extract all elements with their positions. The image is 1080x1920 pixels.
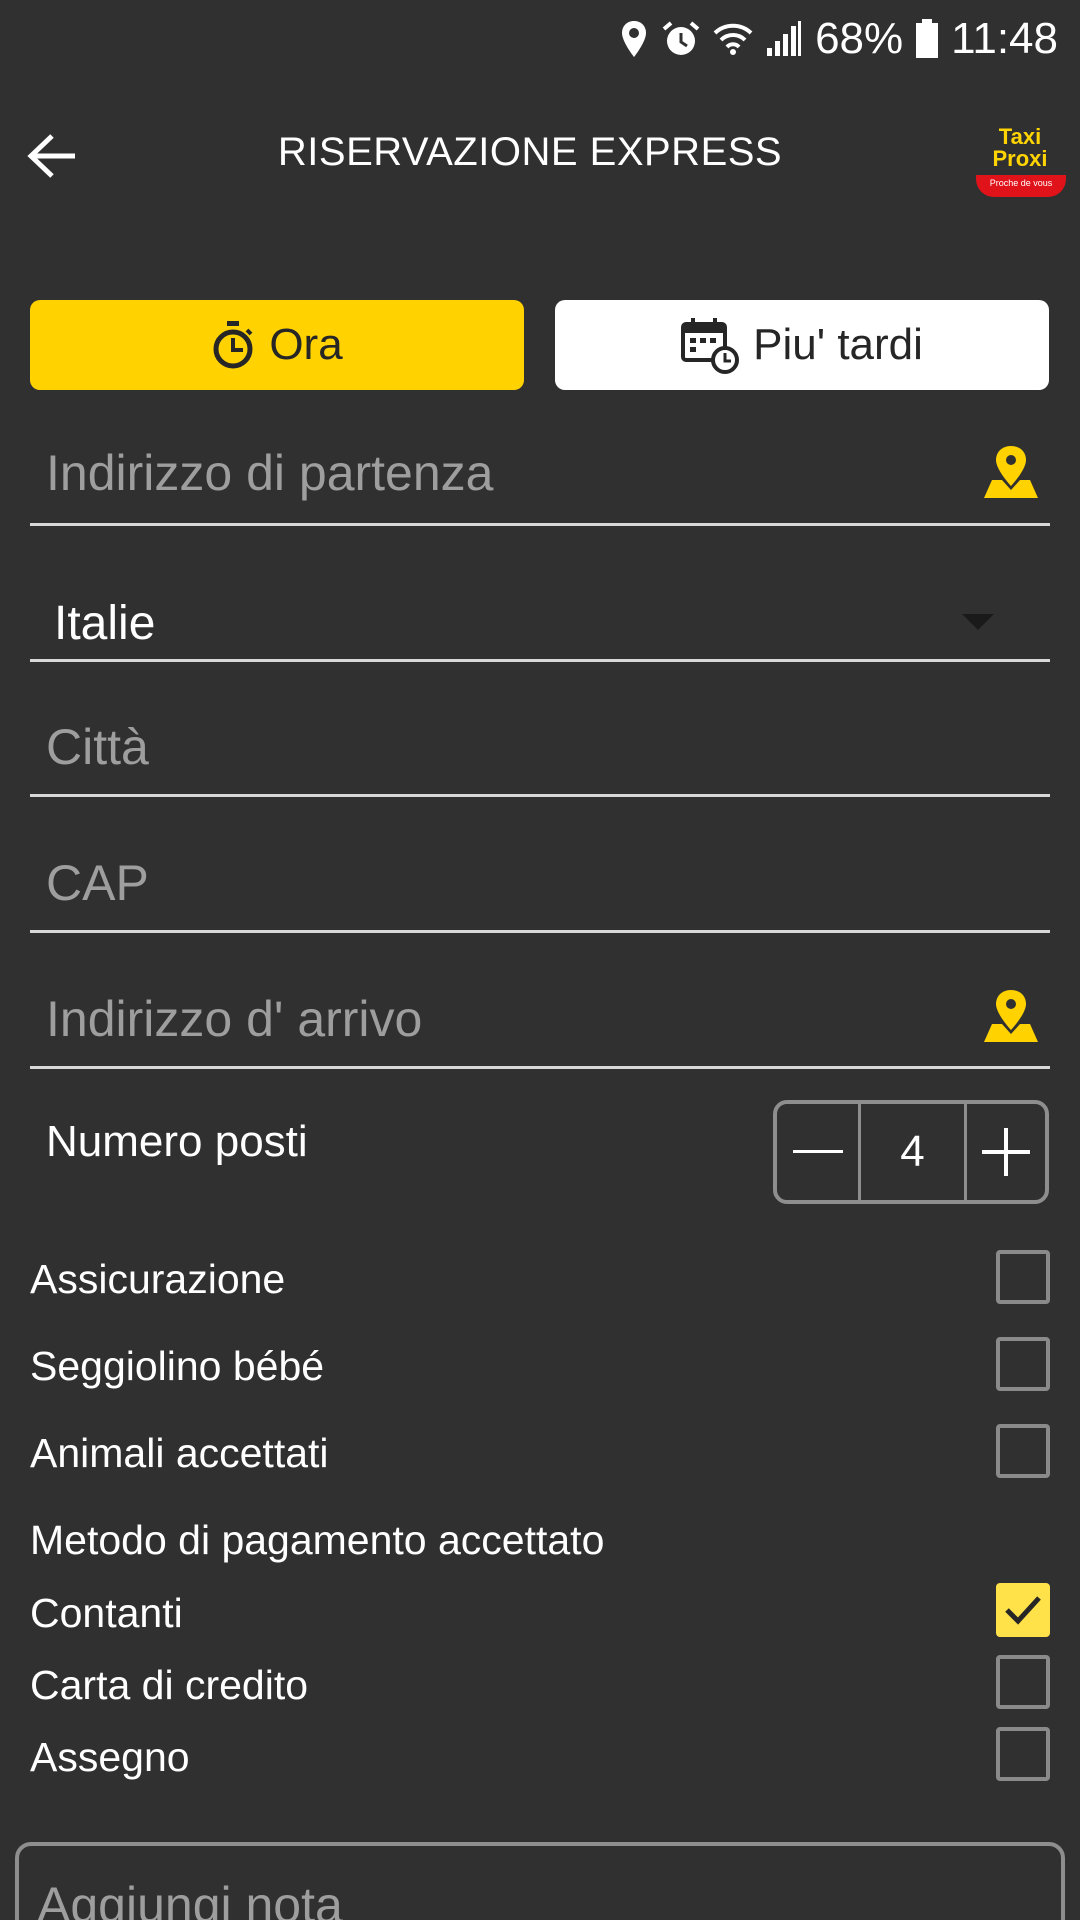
taxi-proxi-logo: Taxi Proxi Proche de vous (972, 122, 1068, 202)
location-icon (622, 21, 647, 57)
wifi-icon (713, 23, 753, 55)
credit-card-checkbox[interactable] (996, 1655, 1050, 1709)
seats-label: Numero posti (46, 1117, 308, 1166)
stopwatch-icon (213, 321, 253, 369)
seats-stepper[interactable]: 4 (773, 1100, 1049, 1204)
battery-percent: 68% (815, 14, 904, 63)
calendar-clock-icon (681, 318, 740, 374)
option-label-baby-seat: Seggiolino bébé (30, 1343, 325, 1389)
note-textarea[interactable]: Aggiungi nota (15, 1842, 1065, 1920)
country-value: Italie (54, 597, 156, 650)
plus-icon (982, 1128, 1030, 1176)
alarm-icon (662, 21, 700, 55)
insurance-checkbox[interactable] (996, 1250, 1050, 1304)
clock-time: 11:48 (951, 14, 1058, 63)
option-label-insurance: Assicurazione (30, 1256, 286, 1302)
now-button[interactable]: Ora (30, 300, 524, 390)
arrival-address-input[interactable]: Indirizzo d' arrivo (30, 972, 1050, 1069)
battery-icon (916, 19, 939, 58)
seats-value: 4 (861, 1104, 967, 1200)
baby-seat-checkbox[interactable] (996, 1337, 1050, 1391)
departure-address-input[interactable]: Indirizzo di partenza (30, 430, 1050, 526)
signal-icon (767, 21, 802, 56)
now-button-label: Ora (269, 320, 343, 369)
note-placeholder: Aggiungi nota (37, 1877, 343, 1920)
later-button[interactable]: Piu' tardi (555, 300, 1049, 390)
departure-address-placeholder: Indirizzo di partenza (46, 445, 494, 501)
city-input[interactable]: Città (30, 700, 1050, 797)
city-placeholder: Città (46, 719, 149, 775)
country-select[interactable]: Italie (30, 570, 1050, 662)
later-button-label: Piu' tardi (753, 320, 923, 369)
payment-label-credit-card: Carta di credito (30, 1662, 309, 1708)
status-bar: 68% 11:48 (0, 0, 1080, 78)
check-checkbox[interactable] (996, 1727, 1050, 1781)
option-label-animals: Animali accettati (30, 1430, 329, 1476)
page-title: RISERVAZIONE EXPRESS (277, 130, 783, 174)
payment-heading: Metodo di pagamento accettato (30, 1517, 605, 1563)
increment-button[interactable] (967, 1104, 1045, 1200)
decrement-button[interactable] (777, 1104, 861, 1200)
cash-checkbox[interactable] (996, 1583, 1050, 1637)
checkmark-icon (1005, 1596, 1041, 1625)
postal-code-input[interactable]: CAP (30, 836, 1050, 933)
postal-code-placeholder: CAP (46, 855, 149, 911)
map-pin-icon[interactable] (982, 444, 1040, 500)
minus-icon (792, 1150, 843, 1153)
dropdown-caret-icon (962, 614, 994, 630)
animals-checkbox[interactable] (996, 1424, 1050, 1478)
arrival-address-placeholder: Indirizzo d' arrivo (46, 991, 423, 1047)
payment-label-cash: Contanti (30, 1590, 183, 1636)
payment-label-check: Assegno (30, 1734, 190, 1780)
map-pin-icon[interactable] (982, 988, 1040, 1044)
